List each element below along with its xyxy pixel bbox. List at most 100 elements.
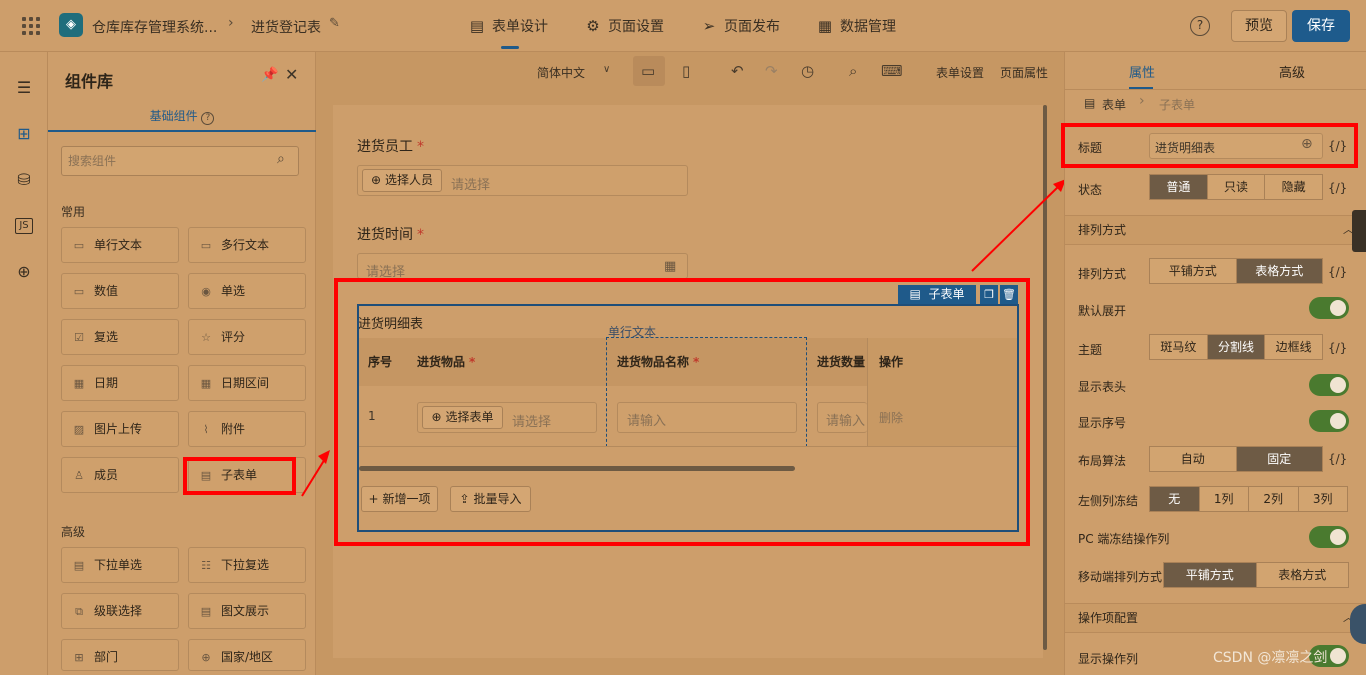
layout-label: 排列方式 <box>1078 267 1127 281</box>
textarea-icon: ▭ <box>200 239 212 252</box>
chevron-down-icon[interactable]: ∨ <box>603 64 610 75</box>
components-icon[interactable]: ⊞ <box>13 123 35 145</box>
globe-icon[interactable]: ⊕ <box>13 261 35 283</box>
js-code-icon[interactable]: JS <box>15 218 33 234</box>
mobile-icon[interactable]: ▯ <box>682 62 690 80</box>
group-layout[interactable]: 排列方式 ︿ <box>1065 215 1366 245</box>
section-common: 常用 <box>61 205 86 219</box>
tab-page-publish[interactable]: ➢ 页面发布 <box>700 0 780 52</box>
theme-segmented[interactable]: 斑马纹 分割线 边框线 <box>1149 334 1323 360</box>
side-drawer-handle[interactable] <box>1352 210 1366 252</box>
default-expand-toggle[interactable] <box>1309 297 1349 319</box>
comp-date-range[interactable]: ▦ 日期区间 <box>188 365 306 401</box>
variable-binding-icon[interactable]: {/} <box>1328 452 1347 466</box>
comp-rich-display[interactable]: ▤ 图文展示 <box>188 593 306 629</box>
variable-binding-icon[interactable]: {/} <box>1328 265 1347 279</box>
globe-icon: ⊕ <box>201 651 211 664</box>
gear-icon: ⚙ <box>586 17 600 35</box>
close-icon[interactable]: ✕ <box>285 65 298 84</box>
comp-rating[interactable]: ☆ 评分 <box>188 319 306 355</box>
show-index-toggle[interactable] <box>1309 410 1349 432</box>
send-icon: ➢ <box>702 17 716 35</box>
search-icon[interactable]: ⌕ <box>849 62 857 80</box>
save-button[interactable]: 保存 <box>1292 10 1350 42</box>
show-op-col-label: 显示操作列 <box>1078 652 1139 666</box>
comp-image-upload[interactable]: ▨ 图片上传 <box>61 411 179 447</box>
breadcrumb-page[interactable]: 进货登记表 <box>251 17 321 37</box>
redo-icon[interactable]: ↷ <box>765 62 778 80</box>
watermark: CSDN @凛凛之剑 <box>1213 650 1328 666</box>
desktop-icon[interactable]: ▭ <box>641 62 655 80</box>
keyboard-icon[interactable]: ⌨ <box>881 62 903 80</box>
comp-member[interactable]: ♙ 成员 <box>61 457 179 493</box>
layout-segmented[interactable]: 平铺方式 表格方式 <box>1149 258 1323 284</box>
undo-icon[interactable]: ↶ <box>731 62 744 80</box>
avatar[interactable] <box>1350 604 1366 644</box>
crumb-subform: 子表单 <box>1159 98 1196 112</box>
tabs-divider <box>1065 89 1366 90</box>
comp-single-line-text[interactable]: ▭ 单行文本 <box>61 227 179 263</box>
tab-form-design[interactable]: ▤ 表单设计 <box>468 0 548 52</box>
apps-grid-icon[interactable] <box>22 17 40 35</box>
layout-algo-label: 布局算法 <box>1078 454 1127 468</box>
component-search-input[interactable]: 搜索组件 <box>61 146 299 176</box>
form-settings-link[interactable]: 表单设置 <box>936 64 984 81</box>
star-icon: ☆ <box>201 331 211 344</box>
tab-advanced[interactable]: 高级 <box>1279 62 1305 81</box>
section-advanced: 高级 <box>61 525 86 539</box>
app-name[interactable]: 仓库库存管理系统... <box>92 17 217 37</box>
chevron-right-icon: › <box>1139 93 1145 109</box>
comp-attachment[interactable]: ⌇ 附件 <box>188 411 306 447</box>
department-icon: ⊞ <box>74 651 84 664</box>
comp-cascade-select[interactable]: ⧉ 级联选择 <box>61 593 179 629</box>
edit-icon[interactable]: ✎ <box>329 16 340 31</box>
tab-properties[interactable]: 属性 <box>1129 62 1155 81</box>
search-icon[interactable]: ⌕ <box>277 151 285 167</box>
show-header-toggle[interactable] <box>1309 374 1349 396</box>
comp-multi-line-text[interactable]: ▭ 多行文本 <box>188 227 306 263</box>
language-select[interactable]: 简体中文 <box>537 64 585 81</box>
annotation-arrows <box>301 179 1066 497</box>
multi-select-icon: ☷ <box>201 559 211 572</box>
comp-date[interactable]: ▦ 日期 <box>61 365 179 401</box>
image-icon: ▨ <box>73 423 85 436</box>
document-icon: ▤ <box>469 17 485 35</box>
pin-icon[interactable]: 📌 <box>261 67 278 83</box>
history-icon[interactable]: ◷ <box>801 62 814 80</box>
left-freeze-segmented[interactable]: 无 1列 2列 3列 <box>1149 486 1348 512</box>
mobile-layout-label: 移动端排列方式 <box>1078 570 1163 584</box>
comp-dropdown-multi[interactable]: ☷ 下拉复选 <box>188 547 306 583</box>
comp-number[interactable]: ▭ 数值 <box>61 273 179 309</box>
comp-dropdown-single[interactable]: ▤ 下拉单选 <box>61 547 179 583</box>
page-props-link[interactable]: 页面属性 <box>1000 64 1048 81</box>
state-segmented[interactable]: 普通 只读 隐藏 <box>1149 174 1323 200</box>
comp-country-region[interactable]: ⊕ 国家/地区 <box>188 639 306 671</box>
variable-binding-icon[interactable]: {/} <box>1328 181 1347 195</box>
pc-freeze-op-toggle[interactable] <box>1309 526 1349 548</box>
tab-data-management[interactable]: ▦ 数据管理 <box>816 0 896 52</box>
comp-radio[interactable]: ◉ 单选 <box>188 273 306 309</box>
calendar-icon: ▦ <box>73 377 85 390</box>
checkbox-icon: ☑ <box>74 331 84 344</box>
tab-page-settings[interactable]: ⚙ 页面设置 <box>584 0 664 52</box>
dropdown-icon: ▤ <box>73 559 85 572</box>
employee-field-label: 进货员工 * <box>357 139 424 155</box>
variable-binding-icon[interactable]: {/} <box>1328 341 1347 355</box>
datasource-icon[interactable]: ⛁ <box>13 169 35 191</box>
preview-button[interactable]: 预览 <box>1231 10 1287 42</box>
comp-department[interactable]: ⊞ 部门 <box>61 639 179 671</box>
help-icon: ? <box>201 112 215 125</box>
default-expand-label: 默认展开 <box>1078 304 1127 318</box>
help-icon[interactable]: ? <box>1190 16 1210 36</box>
mobile-layout-segmented[interactable]: 平铺方式 表格方式 <box>1163 562 1349 588</box>
show-header-label: 显示表头 <box>1078 380 1127 394</box>
outline-tree-icon[interactable]: ☰ <box>13 77 35 99</box>
tab-basic-components[interactable]: 基础组件 ? <box>48 104 316 132</box>
comp-checkbox[interactable]: ☑ 复选 <box>61 319 179 355</box>
highlight-subform-component <box>183 457 296 495</box>
required-mark: * <box>417 139 424 155</box>
highlight-title-field <box>1061 123 1358 168</box>
group-operation-config[interactable]: 操作项配置 ︿ <box>1065 603 1366 633</box>
layout-algo-segmented[interactable]: 自动 固定 <box>1149 446 1323 472</box>
crumb-form[interactable]: 表单 <box>1102 96 1126 113</box>
